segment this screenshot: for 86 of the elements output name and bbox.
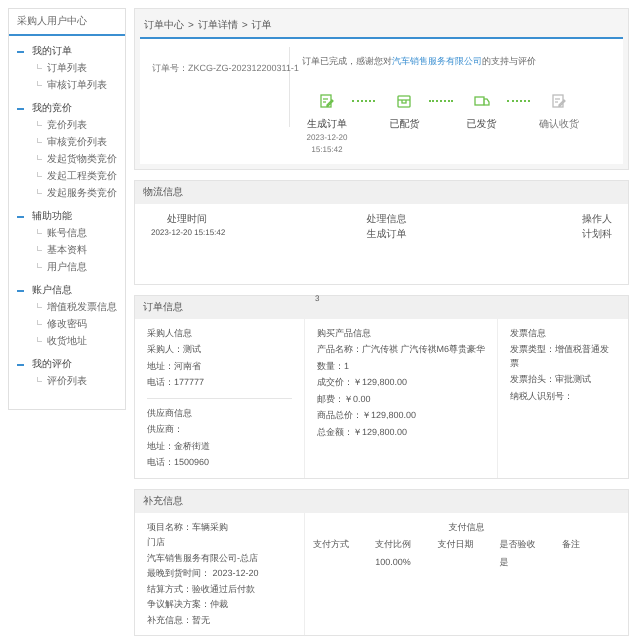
sidebar-item[interactable]: 发起工程类竞价 — [47, 169, 117, 184]
info-line: 纳税人识别号： — [510, 390, 574, 402]
sidebar-item[interactable]: 审核订单列表 — [47, 78, 107, 93]
breadcrumb-link[interactable]: 订单 — [252, 18, 272, 33]
info-line: 产品名称：广汽传祺 广汽传祺M6尊贵豪华 — [317, 343, 485, 356]
step-label: 已发货 — [466, 118, 496, 132]
info-line: 补充信息：暂无 — [147, 614, 211, 626]
panel-title: 补充信息 — [143, 496, 183, 506]
sidebar-item[interactable]: 增值税发票信息 — [47, 300, 117, 315]
info-line: 商品总价：￥129,800.00 — [317, 409, 418, 422]
sidebar-group[interactable]: 辅助功能 — [32, 209, 72, 224]
dotted-connector — [429, 100, 452, 102]
section-title: 发票信息 — [510, 326, 547, 340]
dotted-connector — [506, 100, 530, 102]
info-line: 电话：177777 — [147, 376, 206, 389]
info-line: 项目名称：车辆采购 — [147, 520, 229, 534]
info-line: 发票类型：增值税普通发票 — [510, 343, 610, 370]
column-header: 处理信息 — [366, 212, 408, 226]
sidebar-group[interactable]: 我的竞价 — [32, 101, 72, 116]
sidebar-item[interactable]: 发起货物类竞价 — [47, 152, 117, 167]
info-line: 成交价：￥129,800.00 — [317, 376, 408, 389]
sidebar-item[interactable]: 用户信息 — [47, 260, 87, 275]
section-title: 购买产品信息 — [317, 326, 372, 340]
column-header: 支付方式 — [313, 538, 350, 551]
sidebar-item[interactable]: 订单列表 — [47, 61, 87, 76]
table-cell-text: 生成订单 — [366, 228, 408, 242]
breadcrumb-link[interactable]: 订单详情 — [198, 18, 238, 33]
sidebar-title: 采购人用户中心 — [9, 9, 125, 36]
table-cell-text: 100.00% — [375, 556, 412, 568]
step-label: 确认收货 — [538, 118, 579, 132]
completion-message: 订单已完成，感谢您对汽车销售服务有限公司 的支持与评价 — [302, 55, 537, 68]
step-date: 2023-12-20 — [306, 132, 348, 144]
minus-icon[interactable] — [17, 287, 24, 294]
info-line: 最晚到货时间： 2023-12-20 — [147, 567, 260, 580]
info-line: 争议解决方案：仲裁 — [147, 598, 229, 611]
sidebar-item[interactable]: 发起服务类竞价 — [47, 186, 117, 201]
section-title: 采购人信息 — [147, 326, 193, 340]
step-time: 15:15:42 — [311, 144, 343, 156]
sidebar-group[interactable]: 我的评价 — [32, 357, 72, 372]
sidebar-item[interactable]: 审核竞价列表 — [47, 135, 107, 150]
breadcrumb-link[interactable]: 订单中心 — [144, 18, 184, 33]
sidebar-item[interactable]: 修改密码 — [47, 317, 87, 332]
sidebar-item[interactable]: 账号信息 — [47, 226, 87, 241]
info-line: 邮费：￥0.00 — [317, 392, 372, 406]
info-line: 电话：1500960 — [147, 456, 210, 469]
sidebar-item[interactable]: 竞价列表 — [47, 118, 87, 133]
order-number: 订单号：ZKCG-ZG-202312200311-1 — [152, 63, 299, 73]
section-title: 供应商信息 — [147, 406, 193, 420]
payment-title: 支付信息 — [448, 520, 486, 534]
marker-text: 3 — [315, 292, 320, 304]
column-header: 备注 — [562, 538, 581, 551]
info-line: 门店 — [147, 536, 166, 549]
sidebar-group[interactable]: 我的订单 — [32, 44, 72, 59]
dotted-connector — [352, 100, 376, 102]
info-line: 发票抬头：审批测试 — [510, 373, 592, 386]
breadcrumb-separator: > — [188, 19, 194, 33]
column-header: 支付日期 — [437, 538, 474, 551]
step-label: 已配货 — [389, 118, 420, 132]
breadcrumb-separator: > — [242, 19, 248, 33]
info-line: 结算方式：验收通过后付款 — [147, 582, 256, 596]
info-line: 数量：1 — [317, 360, 350, 372]
step-label: 生成订单 — [307, 118, 347, 132]
table-cell-text: 是 — [500, 556, 510, 568]
info-line: 地址：河南省 — [147, 360, 202, 372]
info-line: 汽车销售服务有限公司-总店 — [147, 552, 259, 564]
minus-icon[interactable] — [17, 213, 24, 220]
info-line: 采购人：测试 — [147, 343, 202, 356]
panel-title: 订单信息 — [143, 302, 183, 312]
table-cell-text: 计划科 — [582, 228, 612, 242]
sidebar-group[interactable]: 账户信息 — [32, 283, 72, 298]
sidebar-item[interactable]: 收货地址 — [47, 334, 87, 349]
minus-icon[interactable] — [17, 48, 24, 55]
table-cell-text: 2023-12-20 15:15:42 — [151, 226, 226, 238]
sidebar-item[interactable]: 评价列表 — [47, 374, 87, 389]
info-line: 总金额：￥129,800.00 — [317, 426, 408, 438]
company-link[interactable]: 汽车销售服务有限公司 — [392, 56, 482, 66]
panel-title: 物流信息 — [143, 186, 183, 198]
info-line: 供应商： — [147, 423, 184, 436]
minus-icon[interactable] — [17, 105, 24, 112]
column-header: 处理时间 — [166, 212, 208, 226]
column-header: 支付比例 — [375, 538, 412, 551]
info-line: 地址：金桥街道 — [147, 440, 211, 452]
sidebar-item[interactable]: 基本资料 — [47, 243, 87, 258]
column-header: 操作人 — [582, 212, 612, 226]
minus-icon[interactable] — [17, 361, 24, 368]
column-header: 是否验收 — [500, 538, 537, 551]
